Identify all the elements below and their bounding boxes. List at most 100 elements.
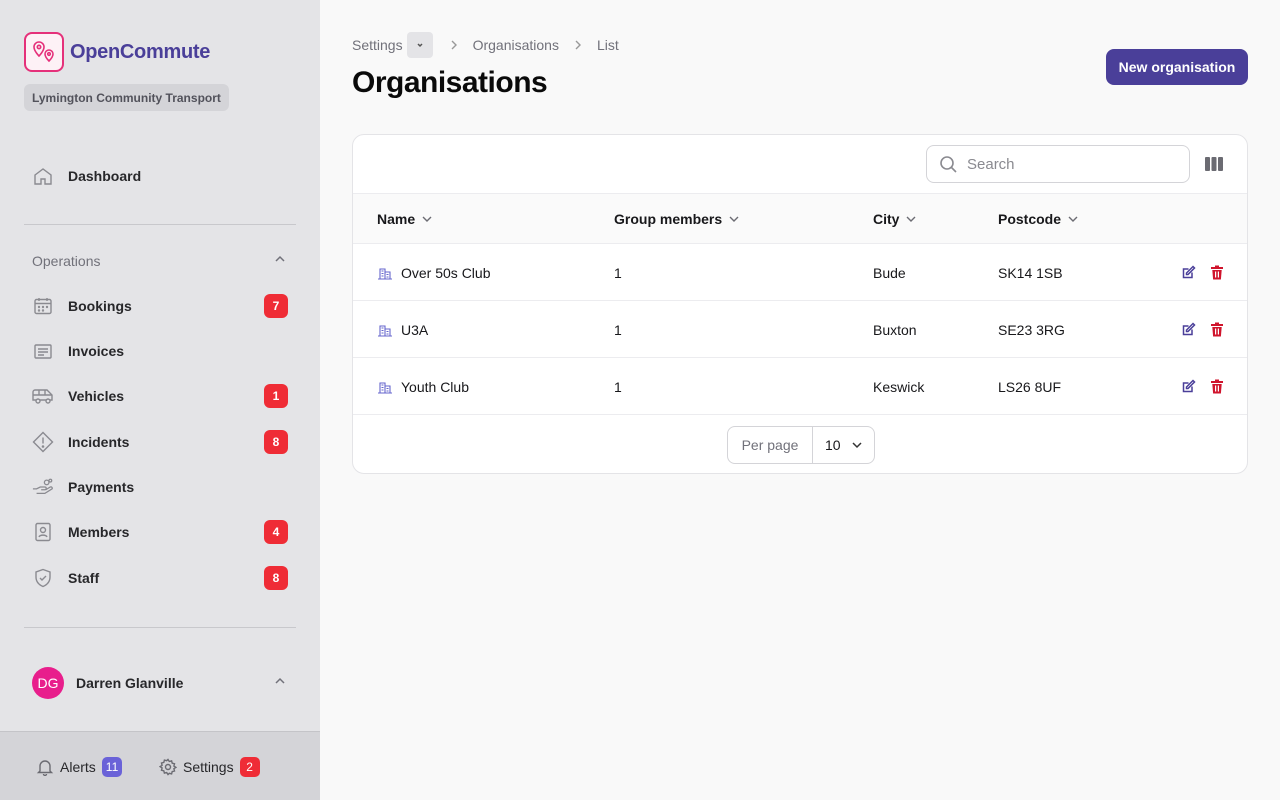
sidebar-item-label: Vehicles: [68, 388, 125, 404]
trash-icon[interactable]: [1209, 321, 1225, 337]
city-cell: Keswick: [873, 378, 925, 395]
app-logo[interactable]: OpenCommute: [24, 32, 210, 72]
warning-icon: [32, 431, 54, 453]
sidebar-item-label: Staff: [68, 570, 100, 586]
column-header-city[interactable]: City: [873, 194, 917, 244]
breadcrumb: Settings Organisations List: [352, 32, 619, 58]
breadcrumb-item-settings[interactable]: Settings: [352, 37, 403, 53]
trash-icon[interactable]: [1209, 264, 1225, 280]
count-badge: 1: [264, 384, 288, 408]
sidebar-item-vehicles[interactable]: Vehicles 1: [24, 378, 296, 414]
chevron-down-icon: [728, 213, 740, 225]
user-name: Darren Glanville: [76, 675, 184, 691]
hand-coins-icon: [32, 476, 54, 498]
shield-check-icon: [32, 567, 54, 589]
home-icon: [32, 165, 54, 187]
search-field[interactable]: [926, 145, 1190, 183]
group-label: Operations: [32, 253, 101, 269]
gear-icon: [159, 758, 177, 776]
column-label: Postcode: [998, 211, 1062, 227]
sidebar-item-label: Bookings: [68, 298, 132, 314]
receipt-icon: [32, 340, 54, 362]
settings-label: Settings: [183, 759, 234, 775]
sidebar-item-label: Dashboard: [68, 168, 142, 184]
postcode-cell: SK14 1SB: [998, 264, 1063, 281]
user-menu[interactable]: DG Darren Glanville: [24, 666, 296, 700]
operations-group-toggle[interactable]: Operations: [24, 248, 296, 274]
count-badge: 4: [264, 520, 288, 544]
sidebar-item-invoices[interactable]: Invoices: [24, 333, 296, 369]
column-label: Group members: [614, 211, 723, 227]
per-page-value: 10: [825, 437, 841, 453]
sidebar-item-dashboard[interactable]: Dashboard: [24, 158, 296, 194]
sidebar-item-payments[interactable]: Payments: [24, 469, 296, 505]
page-title: Organisations: [352, 66, 548, 99]
organisations-table-card: Name Group members City Postcode Over 50…: [352, 134, 1248, 474]
name-cell: Youth Club: [377, 358, 469, 415]
van-icon: [32, 385, 54, 407]
sidebar-item-bookings[interactable]: Bookings 7: [24, 288, 296, 324]
column-header-group-members[interactable]: Group members: [614, 194, 740, 244]
sidebar-divider: [24, 224, 296, 225]
trash-icon[interactable]: [1209, 378, 1225, 394]
building-icon: [377, 323, 393, 337]
breadcrumb-dropdown-button[interactable]: [406, 32, 433, 58]
avatar: DG: [32, 667, 64, 699]
organisation-name: Over 50s Club: [401, 264, 491, 281]
alerts-label: Alerts: [60, 759, 96, 775]
per-page-label: Per page: [728, 427, 813, 463]
table-row[interactable]: U3A 1 Buxton SE23 3RG: [353, 301, 1247, 358]
per-page-select[interactable]: Per page 10: [727, 426, 875, 464]
chevron-down-icon: [1067, 213, 1079, 225]
members-cell: 1: [614, 378, 622, 395]
postcode-cell: LS26 8UF: [998, 378, 1062, 395]
edit-icon[interactable]: [1181, 321, 1197, 337]
edit-icon[interactable]: [1181, 264, 1197, 280]
sidebar-item-staff[interactable]: Staff 8: [24, 560, 296, 596]
chevron-up-icon: [274, 674, 286, 692]
edit-icon[interactable]: [1181, 378, 1197, 394]
table-row[interactable]: Over 50s Club 1 Bude SK14 1SB: [353, 244, 1247, 301]
column-label: Name: [377, 211, 416, 227]
column-header-postcode[interactable]: Postcode: [998, 194, 1079, 244]
organisation-name: Youth Club: [401, 378, 469, 395]
chevron-down-icon: [421, 213, 433, 225]
count-badge: 8: [264, 430, 288, 454]
search-input[interactable]: [967, 155, 1167, 173]
chevron-up-icon: [274, 252, 286, 270]
alerts-count-badge: 11: [101, 757, 123, 777]
settings-button[interactable]: Settings 2: [159, 756, 260, 778]
city-cell: Buxton: [873, 321, 917, 338]
search-icon: [939, 155, 957, 173]
chevron-down-icon: [905, 213, 917, 225]
bell-icon: [36, 758, 54, 776]
column-label: City: [873, 211, 900, 227]
count-badge: 7: [264, 294, 288, 318]
building-icon: [377, 380, 393, 394]
members-cell: 1: [614, 321, 622, 338]
sidebar-item-label: Members: [68, 524, 130, 540]
table-row[interactable]: Youth Club 1 Keswick LS26 8UF: [353, 358, 1247, 415]
building-icon: [377, 266, 393, 280]
column-header-name[interactable]: Name: [377, 194, 433, 244]
city-cell: Bude: [873, 264, 906, 281]
breadcrumb-item-organisations[interactable]: Organisations: [473, 37, 559, 53]
sidebar-divider: [24, 627, 296, 628]
organisation-name: U3A: [401, 321, 429, 338]
organisation-switcher[interactable]: Lymington Community Transport: [24, 84, 229, 111]
new-organisation-button[interactable]: New organisation: [1106, 49, 1248, 85]
chevron-right-icon: [449, 39, 459, 51]
sidebar-item-label: Incidents: [68, 434, 130, 450]
postcode-cell: SE23 3RG: [998, 321, 1065, 338]
alerts-button[interactable]: Alerts 11: [36, 756, 123, 778]
sidebar-item-members[interactable]: Members 4: [24, 514, 296, 550]
count-badge: 8: [264, 566, 288, 590]
app-name: OpenCommute: [70, 40, 211, 63]
column-toggle-icon[interactable]: [1202, 153, 1226, 175]
table-toolbar: [353, 135, 1247, 194]
sidebar: OpenCommute Lymington Community Transpor…: [0, 0, 320, 800]
sidebar-footer: Alerts 11 Settings 2: [0, 731, 320, 800]
sidebar-item-label: Payments: [68, 479, 135, 495]
members-cell: 1: [614, 264, 622, 281]
sidebar-item-incidents[interactable]: Incidents 8: [24, 424, 296, 460]
